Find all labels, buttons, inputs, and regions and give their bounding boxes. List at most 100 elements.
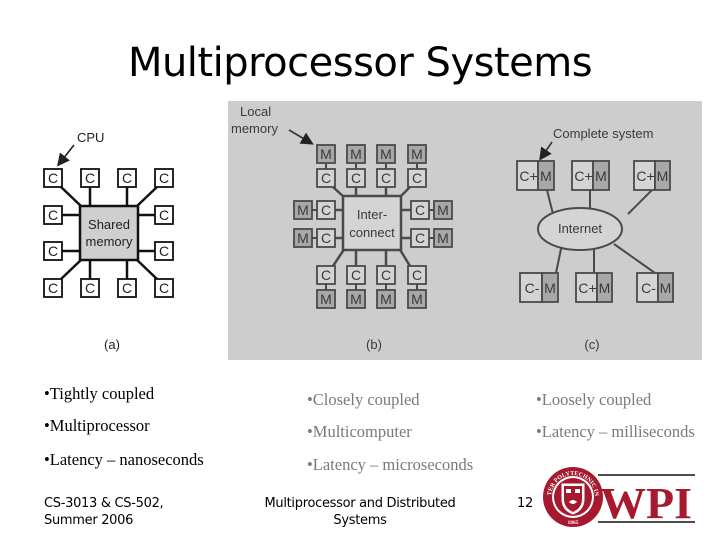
shared-memory-label-line1: Shared bbox=[88, 217, 130, 232]
shared-memory-box bbox=[78, 204, 140, 262]
seal-book-left-icon bbox=[566, 489, 571, 493]
complete-system-node: C- M bbox=[519, 272, 559, 303]
cpu-node-label: C bbox=[85, 170, 95, 186]
panel-a-shared-memory: Shared memory C C C C C C C C C C C C CPU (a) bbox=[43, 130, 174, 352]
memory-node-label: M bbox=[411, 291, 423, 307]
cpu-node-label: C bbox=[159, 170, 169, 186]
bus-link bbox=[59, 258, 83, 281]
complete-system-node: C+ M bbox=[575, 272, 613, 303]
column-2-item: •Closely coupled bbox=[307, 390, 420, 409]
cpu-node-label: C bbox=[351, 170, 361, 186]
cpu-node: C bbox=[43, 205, 63, 225]
cpu-node-label: C bbox=[159, 280, 169, 296]
cpu-node-label: C bbox=[48, 243, 58, 259]
node-memory-label: M bbox=[595, 168, 607, 184]
memory-node: M bbox=[433, 228, 453, 248]
internet-label: Internet bbox=[558, 221, 602, 236]
interconnect-label-line2: connect bbox=[349, 225, 395, 240]
local-memory-callout-line2: memory bbox=[231, 121, 278, 136]
cpu-node-label: C bbox=[351, 267, 361, 283]
complete-system-callout-label: Complete system bbox=[553, 126, 653, 141]
cpu-node: C bbox=[346, 265, 366, 285]
interconnect-box bbox=[341, 194, 403, 252]
column-1-item: •Multiprocessor bbox=[44, 416, 150, 435]
cpu-node: C bbox=[80, 278, 100, 298]
complete-system-node: C+ M bbox=[516, 160, 555, 191]
memory-node-label: M bbox=[380, 291, 392, 307]
memory-node-label: M bbox=[437, 202, 449, 218]
cpu-node: C bbox=[316, 265, 336, 285]
column-3-item: •Loosely coupled bbox=[536, 390, 652, 409]
cpu-node: C bbox=[376, 168, 396, 188]
complete-system-node: C+ M bbox=[633, 160, 671, 191]
panel-a-caption: (a) bbox=[104, 337, 120, 352]
cpu-node: C bbox=[117, 278, 137, 298]
memory-node: M bbox=[376, 289, 396, 309]
memory-node: M bbox=[346, 144, 366, 164]
cpu-node: C bbox=[316, 168, 336, 188]
node-memory-label: M bbox=[544, 280, 556, 296]
cpu-node-label: C bbox=[159, 207, 169, 223]
memory-node-label: M bbox=[350, 291, 362, 307]
cpu-node: C bbox=[376, 265, 396, 285]
cpu-node-label: C bbox=[412, 170, 422, 186]
seal-book-right-icon bbox=[575, 489, 580, 493]
cpu-node-label: C bbox=[321, 202, 331, 218]
memory-node: M bbox=[407, 144, 427, 164]
cpu-node-label: C bbox=[48, 207, 58, 223]
memory-node-label: M bbox=[297, 230, 309, 246]
complete-system-node: C- M bbox=[636, 272, 674, 303]
memory-node: M bbox=[293, 200, 313, 220]
cpu-node: C bbox=[117, 168, 137, 188]
memory-node-label: M bbox=[380, 146, 392, 162]
wpi-wordmark: WPI bbox=[600, 479, 692, 528]
cpu-node-label: C bbox=[48, 280, 58, 296]
cpu-node: C bbox=[80, 168, 100, 188]
memory-node-label: M bbox=[320, 146, 332, 162]
cpu-node-label: C bbox=[48, 170, 58, 186]
cpu-node: C bbox=[154, 278, 174, 298]
memory-node-label: M bbox=[297, 202, 309, 218]
cpu-node: C bbox=[154, 168, 174, 188]
shared-memory-label-line2: memory bbox=[86, 234, 133, 249]
complete-system-node: C+ M bbox=[571, 160, 610, 191]
cpu-node: C bbox=[43, 278, 63, 298]
cpu-node-label: C bbox=[412, 267, 422, 283]
column-1-item: •Latency – nanoseconds bbox=[44, 450, 204, 469]
memory-node: M bbox=[293, 228, 313, 248]
node-cpu-label: C- bbox=[641, 280, 656, 296]
cpu-node-label: C bbox=[321, 230, 331, 246]
node-cpu-label: C+ bbox=[578, 280, 596, 296]
cpu-node: C bbox=[407, 265, 427, 285]
column-1-item: •Tightly coupled bbox=[44, 384, 155, 403]
node-memory-label: M bbox=[540, 168, 552, 184]
memory-node: M bbox=[316, 144, 336, 164]
cpu-node-label: C bbox=[122, 170, 132, 186]
cpu-node: C bbox=[316, 228, 336, 248]
cpu-node: C bbox=[43, 241, 63, 261]
memory-node-label: M bbox=[437, 230, 449, 246]
cpu-node-label: C bbox=[159, 243, 169, 259]
column-2-item: •Multicomputer bbox=[307, 422, 412, 441]
interconnect-label-line1: Inter- bbox=[357, 207, 387, 222]
page-number: 12 bbox=[517, 496, 533, 511]
cpu-node-label: C bbox=[415, 202, 425, 218]
footer-course-line1: CS-3013 & CS-502, bbox=[44, 496, 164, 511]
cpu-node-label: C bbox=[321, 267, 331, 283]
panel-c-caption: (c) bbox=[584, 337, 599, 352]
cpu-node-label: C bbox=[122, 280, 132, 296]
cpu-callout-arrow bbox=[57, 144, 75, 167]
memory-node-label: M bbox=[411, 146, 423, 162]
node-cpu-label: C+ bbox=[636, 168, 654, 184]
node-cpu-label: C+ bbox=[519, 168, 537, 184]
bus-link bbox=[135, 185, 159, 208]
memory-node: M bbox=[376, 144, 396, 164]
memory-node: M bbox=[407, 289, 427, 309]
cpu-node: C bbox=[407, 168, 427, 188]
cpu-node-label: C bbox=[85, 280, 95, 296]
cpu-node-label: C bbox=[321, 170, 331, 186]
memory-node-label: M bbox=[320, 291, 332, 307]
bus-link bbox=[59, 185, 83, 208]
cpu-node: C bbox=[410, 228, 430, 248]
footer-topic-line2: Systems bbox=[333, 513, 387, 528]
